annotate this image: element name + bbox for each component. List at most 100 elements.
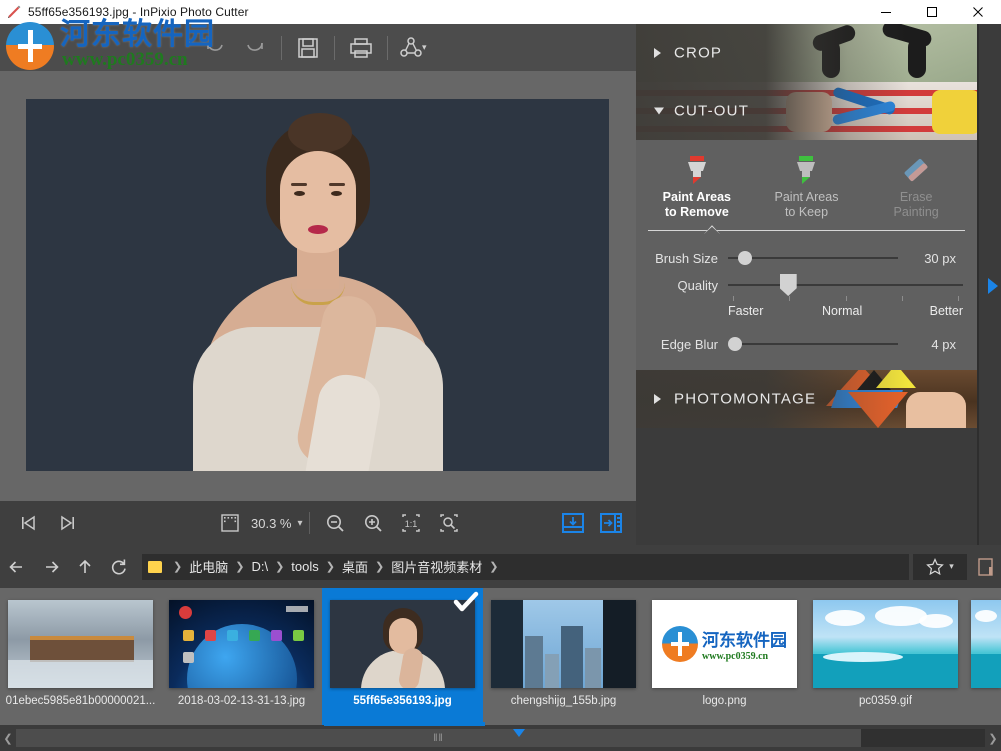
printer-icon[interactable] — [341, 28, 381, 68]
redo-arrow-icon[interactable] — [235, 28, 275, 68]
list-item[interactable]: 2018-03-02-13-31-13.jpg — [161, 588, 322, 725]
portrait-brow-right — [328, 183, 345, 186]
main-toolbar: ▾ — [0, 24, 636, 71]
list-item[interactable]: pc0359.gif — [805, 588, 966, 725]
tool-erase-painting[interactable]: Erase Painting — [863, 152, 969, 220]
horizontal-scrollbar[interactable]: ❮ ‖‖ ❯ — [0, 725, 1001, 751]
zoom-out-icon[interactable] — [316, 504, 354, 542]
marker-red-icon — [644, 152, 750, 186]
slider-value-brush-size: 30 px — [924, 250, 956, 266]
breadcrumb-item-1[interactable]: D:\ — [249, 559, 270, 574]
arrow-right-icon[interactable] — [34, 550, 68, 584]
maximize-button[interactable] — [909, 0, 955, 24]
scroll-position-marker-icon — [513, 729, 525, 737]
scrollbar-track[interactable]: ‖‖ — [16, 729, 985, 747]
image-canvas-area[interactable] — [0, 71, 636, 501]
actual-size-icon[interactable]: 1:1 — [392, 504, 430, 542]
cutout-tools-row: Paint Areas to Remove Paint Areas to Kee… — [636, 150, 977, 220]
filmstrip-selection-indicator — [324, 722, 485, 726]
list-item[interactable]: chengshijg_155b.jpg — [483, 588, 644, 725]
folder-icon — [148, 560, 162, 573]
zoom-dropdown-caret[interactable]: ▾ — [297, 518, 302, 529]
portrait-lips — [307, 225, 328, 234]
slider-knob-quality[interactable] — [779, 274, 797, 296]
edited-photo[interactable] — [26, 99, 609, 471]
fit-to-window-icon[interactable] — [211, 504, 249, 542]
section-header-photomontage[interactable]: PHOTOMONTAGE — [636, 370, 977, 428]
selected-check-icon — [449, 588, 483, 622]
export-image-icon[interactable] — [554, 504, 592, 542]
favorites-caret[interactable]: ▾ — [949, 561, 954, 572]
slider-label-quality: Quality — [677, 277, 718, 293]
tool-label-erase: Erase Painting — [893, 190, 939, 219]
list-item[interactable]: 河东软件园 www.pc0359.cn logo.png — [644, 588, 805, 725]
breadcrumb-item-2[interactable]: tools — [289, 559, 320, 574]
pencil-icon — [6, 4, 22, 20]
slider-knob-edge-blur[interactable] — [728, 337, 742, 351]
slider-knob-brush-size[interactable] — [738, 251, 753, 265]
slider-row-quality: Quality — [636, 274, 977, 296]
share-dropdown-caret[interactable]: ▾ — [422, 42, 427, 53]
portrait-hair-bun — [287, 113, 352, 153]
list-item[interactable]: 01ebec5985e81b00000021... — [0, 588, 161, 725]
breadcrumb-separator: ❯ — [375, 561, 385, 573]
scroll-right-arrow[interactable]: ❯ — [985, 732, 1001, 745]
section-title-cutout: CUT-OUT — [674, 102, 750, 120]
window-controls — [863, 0, 1001, 24]
chevron-right-icon — [654, 48, 661, 58]
address-bar[interactable]: ❯ 此电脑 ❯ D:\ ❯ tools ❯ 桌面 ❯ 图片音视频素材 ❯ — [142, 553, 909, 580]
thumbnail-filename: 2018-03-02-13-31-13.jpg — [177, 695, 306, 707]
preview-pane-icon[interactable] — [971, 556, 1001, 578]
breadcrumb-item-4[interactable]: 图片音视频素材 — [389, 557, 484, 576]
thumbnail-filename: 01ebec5985e81b00000021... — [5, 695, 156, 707]
breadcrumb-item-3[interactable]: 桌面 — [340, 557, 370, 576]
tools-panel: CROP CUT-OUT Paint Areas to Remove Paint… — [636, 24, 1001, 545]
list-item[interactable] — [966, 588, 1001, 725]
arrow-up-icon[interactable] — [68, 550, 102, 584]
slider-track-brush-size[interactable] — [728, 248, 898, 268]
tool-paint-areas-to-keep[interactable]: Paint Areas to Keep — [753, 152, 859, 220]
slider-label-brush-size: Brush Size — [655, 250, 718, 266]
tool-label-paint-keep: Paint Areas to Keep — [774, 190, 839, 219]
section-header-cutout[interactable]: CUT-OUT — [636, 82, 977, 140]
favorites-box[interactable]: ▾ — [913, 553, 967, 580]
arrow-left-icon[interactable] — [0, 550, 34, 584]
thumbnail-image — [491, 600, 636, 688]
window-title: 55ff65e356193.jpg - InPixio Photo Cutter — [28, 5, 249, 19]
quality-label-better: Better — [929, 304, 963, 318]
side-by-side-compare-icon[interactable] — [592, 504, 630, 542]
breadcrumb-separator: ❯ — [325, 561, 335, 573]
close-button[interactable] — [955, 0, 1001, 24]
scrollbar-thumb[interactable]: ‖‖ — [16, 729, 861, 747]
triangle-right-icon[interactable] — [988, 278, 998, 294]
scroll-left-arrow[interactable]: ❮ — [0, 732, 16, 745]
first-image-icon[interactable] — [10, 504, 48, 542]
refresh-icon[interactable] — [102, 550, 136, 584]
breadcrumb-item-0[interactable]: 此电脑 — [187, 557, 230, 576]
mini-brand-url: www.pc0359.cn — [702, 651, 769, 662]
thumbnail-image: 河东软件园 www.pc0359.cn — [652, 600, 797, 688]
portrait-eye-left — [293, 191, 305, 196]
next-image-icon[interactable] — [48, 504, 86, 542]
thumbnail-filmstrip[interactable]: 01ebec5985e81b00000021... 2018-03-02-13-… — [0, 588, 1001, 725]
tool-label-paint-remove: Paint Areas to Remove — [662, 190, 731, 219]
breadcrumb-separator: ❯ — [275, 561, 285, 573]
list-item[interactable]: 55ff65e356193.jpg — [322, 588, 483, 725]
slider-track-edge-blur[interactable] — [728, 334, 898, 354]
toolbar-separator — [281, 35, 282, 60]
minimize-button[interactable] — [863, 0, 909, 24]
chevron-right-icon — [654, 394, 661, 404]
zoom-to-selection-icon[interactable] — [430, 504, 468, 542]
floppy-disk-icon[interactable] — [288, 28, 328, 68]
section-header-crop[interactable]: CROP — [636, 24, 977, 82]
slider-track-quality[interactable] — [728, 274, 963, 296]
zoom-in-icon[interactable] — [354, 504, 392, 542]
file-navigation-bar: ❯ 此电脑 ❯ D:\ ❯ tools ❯ 桌面 ❯ 图片音视频素材 ❯ ▾ — [0, 545, 1001, 588]
breadcrumb-separator: ❯ — [173, 561, 183, 573]
thumbnail-filename: pc0359.gif — [858, 695, 913, 707]
mini-brand-cn: 河东软件园 — [702, 631, 787, 651]
tool-paint-areas-to-remove[interactable]: Paint Areas to Remove — [644, 152, 750, 220]
undo-arrow-icon[interactable] — [195, 28, 235, 68]
star-icon — [926, 557, 945, 575]
toolbar-separator — [334, 35, 335, 60]
